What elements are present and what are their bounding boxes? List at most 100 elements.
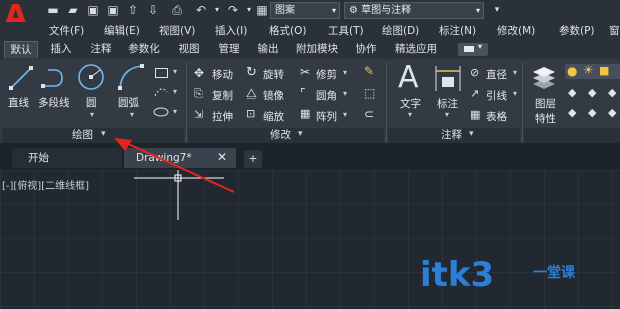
fillet-button[interactable]: 圆角 [316,88,337,103]
new-file-icon[interactable]: ▬ [46,3,60,17]
menu-insert[interactable]: 插入(I) [215,22,247,40]
dimension-icon[interactable] [432,63,464,93]
chevron-down-icon[interactable]: ▾ [173,67,177,76]
layer-tool-icon[interactable]: ◆ [588,86,596,99]
arc-button[interactable]: 圆弧 [118,95,139,110]
arc-icon[interactable] [116,62,146,92]
chevron-down-icon[interactable]: ▾ [173,87,177,96]
modify-panel-label[interactable]: 修改 [270,129,291,142]
drawing-canvas[interactable] [0,170,620,309]
save-icon[interactable]: ▣ [86,3,100,17]
rectangle-icon[interactable] [155,68,168,78]
move-button[interactable]: 移动 [212,67,233,82]
hatch-icon[interactable] [153,86,169,98]
text-button[interactable]: 文字 [400,96,421,111]
menu-file[interactable]: 文件(F) [49,22,84,40]
chevron-down-icon[interactable]: ▾ [343,110,347,119]
menu-window[interactable]: 窗 [609,22,620,40]
chevron-down-icon[interactable]: ▾ [513,89,517,98]
menu-edit[interactable]: 编辑(E) [104,22,140,40]
scale-button[interactable]: 缩放 [263,109,284,124]
upload-icon[interactable]: ⇧ [126,3,140,17]
dimension-dropdown-icon[interactable]: ▾ [445,110,449,119]
polyline-button[interactable]: 多段线 [38,95,70,110]
redo-icon[interactable]: ↷ [226,3,240,17]
download-icon[interactable]: ⇩ [146,3,160,17]
tab-default[interactable]: 默认 [4,41,38,58]
line-button[interactable]: 直线 [8,95,29,110]
layer-properties-icon[interactable] [530,64,558,92]
workspace-dropdown[interactable]: ⚙ 草图与注释 ▾ [344,2,484,19]
watermark-logo: itk3 [420,255,495,295]
rotate-button[interactable]: 旋转 [263,67,284,82]
tab-collaborate[interactable]: 协作 [349,41,383,58]
tab-view[interactable]: 视图 [172,41,206,58]
mirror-button[interactable]: 镜像 [263,88,284,103]
customize-toolbar-icon[interactable]: ▾ [490,3,504,17]
layer-tool-icon[interactable]: ◆ [568,106,576,119]
stretch-button[interactable]: 拉伸 [212,109,233,124]
menu-modify[interactable]: 修改(M) [497,22,535,40]
menu-dimension[interactable]: 标注(N) [439,22,476,40]
leader-button[interactable]: 引线 [486,88,507,103]
dimension-button[interactable]: 标注 [437,96,458,111]
arc-dropdown-icon[interactable]: ▾ [130,110,134,119]
annotation-panel-label[interactable]: 注释 [441,129,462,142]
layer-tool-icon[interactable]: ◆ [608,86,616,99]
table-button[interactable]: 表格 [486,109,507,124]
start-tab[interactable]: 开始 [12,148,122,168]
chevron-down-icon[interactable]: ▾ [513,68,517,77]
open-folder-icon[interactable]: ▰ [66,3,80,17]
tab-addins[interactable]: 附加模块 [290,41,344,58]
tab-output[interactable]: 输出 [251,41,285,58]
diameter-button[interactable]: 直径 [486,67,507,82]
polyline-icon[interactable] [40,64,70,92]
chevron-down-icon[interactable]: ▾ [343,89,347,98]
copy-button[interactable]: 复制 [212,88,233,103]
match-properties-icon[interactable]: ▦ [255,3,269,17]
offset-icon[interactable]: ⊂ [364,107,374,121]
menu-parametric[interactable]: 参数(P) [559,22,595,40]
chevron-down-icon[interactable]: ▾ [173,107,177,116]
save-as-icon[interactable]: ▣ [106,3,120,17]
text-icon[interactable]: A [398,62,419,94]
ribbon-display-toggle[interactable]: ▾ [458,42,488,56]
chevron-down-icon: ▾ [475,6,480,15]
ellipse-icon[interactable] [153,106,169,118]
annotation-panel-expand-icon[interactable]: ▾ [469,129,474,139]
menu-format[interactable]: 格式(O) [269,22,306,40]
layer-tool-icon[interactable]: ◆ [588,106,596,119]
draw-panel-expand-icon[interactable]: ▾ [101,129,106,139]
modify-panel-expand-icon[interactable]: ▾ [298,129,303,139]
tab-insert[interactable]: 插入 [44,41,78,58]
tab-parametric[interactable]: 参数化 [122,41,166,58]
circle-icon[interactable] [76,62,106,92]
tab-annotate[interactable]: 注释 [84,41,118,58]
undo-icon[interactable]: ↶ [194,3,208,17]
circle-dropdown-icon[interactable]: ▾ [90,110,94,119]
new-tab-button[interactable]: + [244,150,262,168]
line-icon[interactable] [8,64,34,92]
viewport-controls[interactable]: [-][俯视][二维线框] [2,177,89,192]
menu-draw[interactable]: 绘图(D) [382,22,419,40]
trim-button[interactable]: 修剪 [316,67,337,82]
array-button[interactable]: 阵列 [316,109,337,124]
print-icon[interactable]: ⎙ [170,3,184,17]
text-dropdown-icon[interactable]: ▾ [408,110,412,119]
menu-view[interactable]: 视图(V) [159,22,195,40]
erase-icon[interactable]: ✎ [364,64,374,78]
layer-properties-label-2[interactable]: 特性 [535,111,556,126]
draw-panel-label[interactable]: 绘图 [72,129,93,142]
redo-dropdown-icon[interactable]: ▾ [242,3,256,17]
circle-button[interactable]: 圆 [86,95,97,110]
explode-icon[interactable]: ⬚ [364,86,375,100]
chevron-down-icon[interactable]: ▾ [343,68,347,77]
layer-tool-icon[interactable]: ◆ [568,86,576,99]
layer-dropdown[interactable]: 图案 ▾ [270,2,340,19]
menu-tools[interactable]: 工具(T) [328,22,364,40]
tab-manage[interactable]: 管理 [212,41,246,58]
undo-dropdown-icon[interactable]: ▾ [210,3,224,17]
layer-properties-label-1[interactable]: 图层 [535,96,556,111]
tab-featured-apps[interactable]: 精选应用 [389,41,443,58]
layer-tool-icon[interactable]: ◆ [608,106,616,119]
